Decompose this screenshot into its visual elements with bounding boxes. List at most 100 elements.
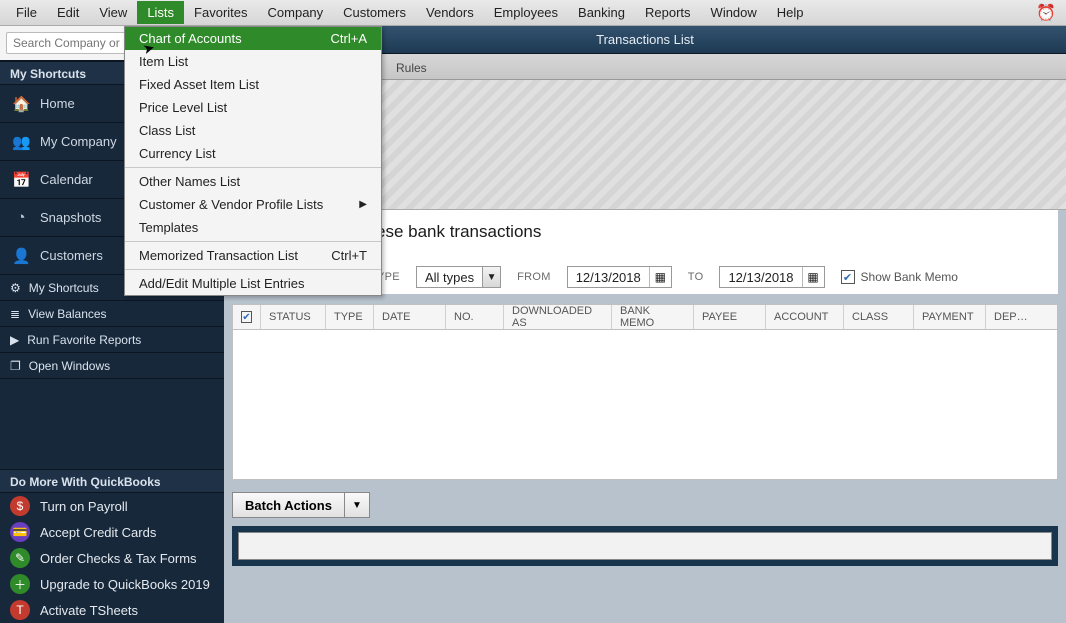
chevron-down-icon: ▼ [344, 493, 369, 517]
mi-templates[interactable]: Templates [125, 216, 381, 239]
batch-bar: Batch Actions ▼ [232, 492, 1058, 518]
footer-panel [232, 526, 1058, 566]
domore-order[interactable]: ✎Order Checks & Tax Forms [0, 545, 224, 571]
mi-currency-list[interactable]: Currency List [125, 142, 381, 165]
col-bank-memo[interactable]: BANK MEMO [612, 305, 694, 329]
col-date[interactable]: DATE [374, 305, 446, 329]
to-date[interactable]: 12/13/2018▦ [719, 266, 824, 288]
menu-customers[interactable]: Customers [333, 1, 416, 24]
mi-shortcut: Ctrl+A [331, 31, 367, 46]
upgrade-icon: ＋ [10, 574, 30, 594]
domore-label: Accept Credit Cards [40, 525, 156, 540]
calendar-icon: ▦ [802, 267, 824, 287]
type-select[interactable]: All types▼ [416, 266, 501, 288]
col-payee[interactable]: PAYEE [694, 305, 766, 329]
domore-payroll[interactable]: $ Turn on Payroll [0, 493, 224, 519]
sidebar-item-label: Customers [40, 248, 103, 263]
gear-icon: ⚙ [10, 281, 21, 295]
customers-icon: 👤 [12, 247, 30, 265]
sidebar-item-label: My Company [40, 134, 117, 149]
mi-memorized-tx[interactable]: Memorized Transaction List Ctrl+T [125, 244, 381, 267]
to-label: TO [688, 271, 704, 283]
menu-favorites[interactable]: Favorites [184, 1, 257, 24]
table-body-empty [232, 330, 1058, 480]
balance-icon: ≣ [10, 307, 20, 321]
tool-label: View Balances [28, 307, 107, 321]
footer-inner [238, 532, 1052, 560]
snapshot-icon: ◔ [12, 209, 30, 226]
checkbox-label: Show Bank Memo [861, 270, 958, 284]
domore-tsheets[interactable]: T Activate TSheets [0, 597, 224, 623]
menu-vendors[interactable]: Vendors [416, 1, 484, 24]
col-no[interactable]: NO. [446, 305, 504, 329]
col-checkbox[interactable]: ✔ [233, 305, 261, 329]
menubar: File Edit View Lists Favorites Company C… [0, 0, 1066, 26]
mi-class-list[interactable]: Class List [125, 119, 381, 142]
mi-fixed-asset[interactable]: Fixed Asset Item List [125, 73, 381, 96]
reminder-clock-icon[interactable]: ⏰ [1036, 3, 1056, 23]
mi-other-names[interactable]: Other Names List [125, 170, 381, 193]
from-value: 12/13/2018 [568, 270, 649, 285]
menu-window[interactable]: Window [701, 1, 767, 24]
table-header: ✔ STATUS TYPE DATE NO. DOWNLOADED AS BAN… [232, 304, 1058, 330]
tool-label: Run Favorite Reports [27, 333, 141, 347]
domore-header: Do More With QuickBooks [0, 469, 224, 493]
col-class[interactable]: CLASS [844, 305, 914, 329]
menu-banking[interactable]: Banking [568, 1, 635, 24]
col-deposit[interactable]: DEP… [986, 305, 1057, 329]
company-icon: 👥 [12, 133, 30, 151]
menu-help[interactable]: Help [767, 1, 814, 24]
menu-view[interactable]: View [89, 1, 137, 24]
tool-openwindows[interactable]: ❐ Open Windows [0, 353, 224, 379]
domore-label: Upgrade to QuickBooks 2019 [40, 577, 210, 592]
batch-label: Batch Actions [233, 498, 344, 513]
mi-chart-of-accounts[interactable]: Chart of Accounts Ctrl+A [125, 27, 381, 50]
domore-label: Activate TSheets [40, 603, 138, 618]
tool-runreports[interactable]: ▶ Run Favorite Reports [0, 327, 224, 353]
mi-price-level[interactable]: Price Level List [125, 96, 381, 119]
mi-cust-vendor-profile[interactable]: Customer & Vendor Profile Lists [125, 193, 381, 216]
mi-add-edit-multiple[interactable]: Add/Edit Multiple List Entries [125, 272, 381, 295]
cards-icon: 💳 [10, 522, 30, 542]
from-date[interactable]: 12/13/2018▦ [567, 266, 672, 288]
col-downloaded-as[interactable]: DOWNLOADED AS [504, 305, 612, 329]
tool-viewbalances[interactable]: ≣ View Balances [0, 301, 224, 327]
menu-separator [125, 167, 381, 168]
menu-file[interactable]: File [6, 1, 47, 24]
lists-dropdown: Chart of Accounts Ctrl+A Item List Fixed… [124, 26, 382, 296]
menu-separator [125, 241, 381, 242]
col-account[interactable]: ACCOUNT [766, 305, 844, 329]
checkbox-icon: ✔ [841, 270, 855, 284]
domore-label: Order Checks & Tax Forms [40, 551, 197, 566]
type-value: All types [417, 270, 482, 285]
menu-separator [125, 269, 381, 270]
col-type[interactable]: TYPE [326, 305, 374, 329]
payroll-icon: $ [10, 496, 30, 516]
sidebar-item-label: Snapshots [40, 210, 101, 225]
domore-cards[interactable]: 💳 Accept Credit Cards [0, 519, 224, 545]
windows-icon: ❐ [10, 359, 21, 373]
tab-rules[interactable]: Rules [382, 57, 441, 79]
domore-upgrade[interactable]: ＋ Upgrade to QuickBooks 2019 [0, 571, 224, 597]
calendar-icon: 📅 [12, 171, 30, 189]
menu-edit[interactable]: Edit [47, 1, 89, 24]
menu-company[interactable]: Company [258, 1, 334, 24]
batch-actions-button[interactable]: Batch Actions ▼ [232, 492, 370, 518]
domore-label: Turn on Payroll [40, 499, 128, 514]
tool-label: My Shortcuts [29, 281, 99, 295]
tool-label: Open Windows [29, 359, 110, 373]
calendar-icon: ▦ [649, 267, 671, 287]
col-status[interactable]: STATUS [261, 305, 326, 329]
sidebar-item-label: Calendar [40, 172, 93, 187]
show-bank-memo-checkbox[interactable]: ✔ Show Bank Memo [841, 270, 958, 284]
domore-list: $ Turn on Payroll 💳 Accept Credit Cards ✎O… [0, 493, 224, 623]
home-icon: 🏠 [12, 95, 30, 113]
report-icon: ▶ [10, 333, 19, 347]
menu-reports[interactable]: Reports [635, 1, 701, 24]
menu-employees[interactable]: Employees [484, 1, 568, 24]
col-payment[interactable]: PAYMENT [914, 305, 986, 329]
menu-lists[interactable]: Lists [137, 1, 184, 24]
tsheets-icon: T [10, 600, 30, 620]
mi-item-list[interactable]: Item List [125, 50, 381, 73]
to-value: 12/13/2018 [720, 270, 801, 285]
